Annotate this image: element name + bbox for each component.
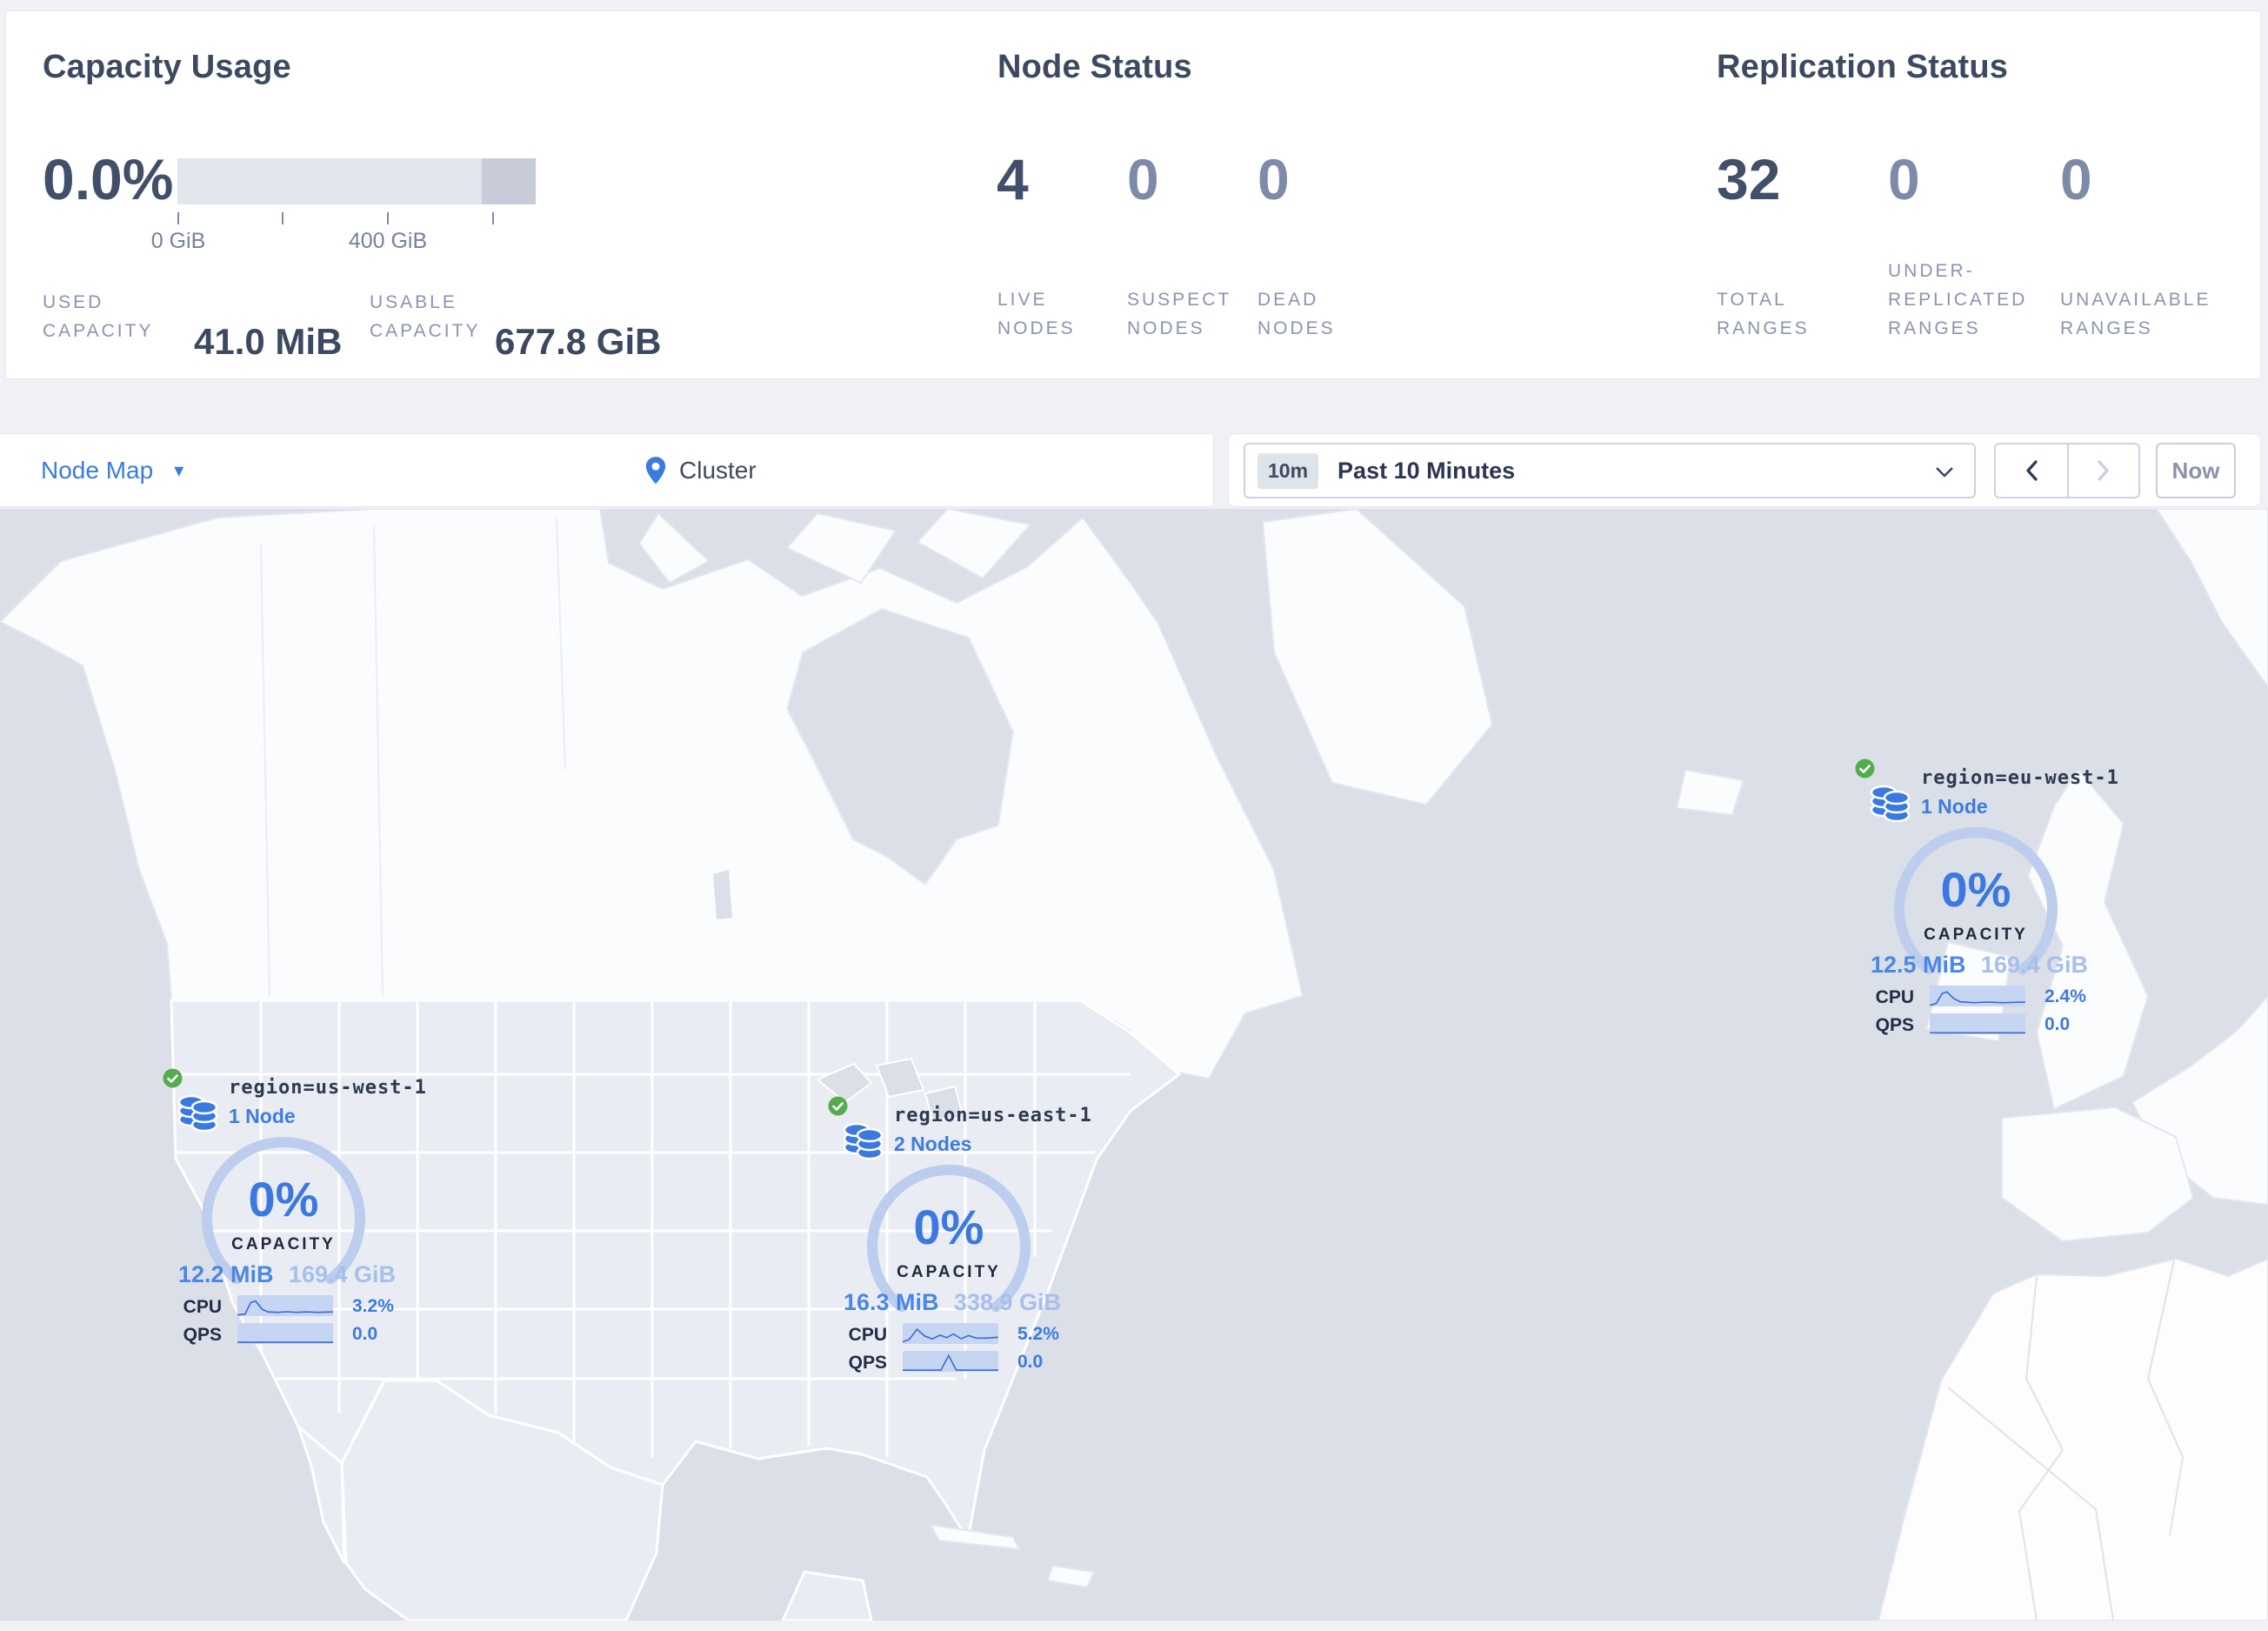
unavailable-ranges-label: UNAVAILABLE RANGES [2060,290,2211,338]
total-ranges-count: 32 [1717,147,1781,211]
locality-total-capacity: 338.9 GiB [953,1289,1061,1315]
cluster-summary-panel: Capacity Usage 0.0% 0 GiB 400 GiB USED C… [5,10,2261,379]
used-capacity-value: 41.0 MiB [194,321,343,362]
usable-capacity-value: 677.8 GiB [495,321,662,362]
database-stack-icon [843,1122,884,1160]
live-nodes-label: LIVE NODES [997,290,1076,338]
cpu-row-label: CPU [183,1297,222,1317]
location-pin-icon [645,456,666,484]
locality-region-label: region=us-east-1 [894,1105,1092,1126]
chevron-down-icon [1936,467,1953,478]
chevron-left-icon [2026,460,2038,481]
qps-row-label: QPS [183,1325,222,1345]
map-toolbar-right: 10m Past 10 Minutes Now [1228,433,2261,507]
replication-status-title: Replication Status [1717,49,2009,85]
qps-row-value: 0.0 [2045,1014,2071,1034]
locality-capacity-label: CAPACITY [231,1235,336,1253]
locality-marker-us-west-1[interactable]: region=us-west-1 1 Node 0% CAPACITY 12.2… [163,1068,426,1348]
cpu-sparkline [237,1295,333,1316]
locality-capacity-percent: 0% [913,1200,984,1254]
suspect-nodes-label: SUSPECT NODES [1127,290,1232,338]
capacity-bar-tick [177,212,179,224]
world-map [0,507,2268,1622]
healthy-check-icon [828,1096,848,1116]
time-prev-button[interactable] [1996,445,2067,497]
breadcrumb-label: Cluster [679,456,757,484]
locality-region-label: region=eu-west-1 [1921,767,2119,789]
capacity-bar-tick [282,212,284,224]
node-status-title: Node Status [997,49,1192,85]
cpu-row-label: CPU [848,1325,887,1345]
view-selector-label: Node Map [41,456,154,484]
locality-marker-us-east-1[interactable]: region=us-east-1 2 Nodes 0% CAPACITY 16.… [828,1096,1091,1376]
capacity-tick-label-400: 400 GiB [348,229,428,253]
locality-total-capacity: 169.4 GiB [1980,952,2088,978]
view-selector-dropdown[interactable]: Node Map ▾ [41,434,183,506]
capacity-bar-tick [387,212,389,224]
live-nodes-count: 4 [997,147,1029,211]
qps-row-label: QPS [848,1353,887,1373]
cpu-sparkline [903,1323,998,1344]
chevron-right-icon [2098,460,2109,481]
locality-node-count: 1 Node [229,1105,296,1127]
cpu-sparkline [1930,986,2025,1006]
qps-sparkline [1930,1013,2025,1034]
qps-row-value: 0.0 [1017,1352,1044,1372]
total-ranges-label: TOTAL RANGES [1717,290,1810,338]
locality-capacity-values: 16.3 MiB 338.9 GiB [844,1289,1061,1316]
map-land-canada [0,508,1304,1086]
healthy-check-icon [1855,759,1875,779]
dead-nodes-count: 0 [1257,147,1290,211]
map-toolbar-left: Node Map ▾ Cluster [0,433,1214,507]
locality-used-capacity: 16.3 MiB [844,1289,939,1315]
qps-row-label: QPS [1875,1015,1914,1035]
time-range-badge: 10m [1257,452,1319,489]
locality-capacity-label: CAPACITY [1924,926,2028,944]
cpu-row-value: 3.2% [352,1296,394,1316]
capacity-bar-nonusable-segment [482,158,536,204]
database-stack-icon [177,1094,218,1133]
locality-marker-eu-west-1[interactable]: region=eu-west-1 1 Node 0% CAPACITY 12.5… [1855,759,2118,1039]
cpu-row-value: 2.4% [2045,986,2086,1006]
unavailable-ranges-count: 0 [2060,147,2092,211]
database-stack-icon [1870,785,1911,823]
locality-capacity-values: 12.5 MiB 169.4 GiB [1871,952,2088,979]
breadcrumb[interactable]: Cluster [644,434,757,506]
locality-capacity-values: 12.2 MiB 169.4 GiB [178,1261,396,1288]
time-pager [1994,443,2140,498]
capacity-tick-label-0: 0 GiB [150,229,206,253]
locality-total-capacity: 169.4 GiB [288,1261,396,1287]
locality-capacity-percent: 0% [248,1172,319,1227]
time-range-label: Past 10 Minutes [1337,457,1516,484]
suspect-nodes-count: 0 [1127,147,1159,211]
capacity-bar-tick [492,212,494,224]
now-button[interactable]: Now [2156,443,2236,498]
locality-capacity-label: CAPACITY [897,1263,1001,1281]
time-next-button[interactable] [2067,445,2138,497]
capacity-percent: 0.0% [43,147,174,211]
locality-used-capacity: 12.2 MiB [178,1261,274,1287]
qps-row-value: 0.0 [352,1324,378,1344]
locality-node-count: 1 Node [1921,795,1988,818]
locality-region-label: region=us-west-1 [229,1077,427,1099]
time-range-selector[interactable]: 10m Past 10 Minutes [1244,443,1976,498]
capacity-bar [177,158,536,204]
dead-nodes-label: DEAD NODES [1257,290,1336,338]
qps-sparkline [237,1323,333,1344]
under-replicated-ranges-label: UNDER- REPLICATED RANGES [1888,261,2028,338]
healthy-check-icon [163,1068,183,1088]
under-replicated-ranges-count: 0 [1888,147,1920,211]
used-capacity-label: USED CAPACITY [43,292,154,341]
cpu-row-value: 5.2% [1017,1324,1059,1344]
locality-capacity-percent: 0% [1940,862,2011,917]
qps-sparkline [903,1351,998,1372]
cpu-row-label: CPU [1875,987,1914,1007]
dropdown-caret-icon: ▾ [174,458,184,481]
capacity-usage-title: Capacity Usage [43,49,291,85]
usable-capacity-label: USABLE CAPACITY [370,292,481,341]
locality-node-count: 2 Nodes [894,1133,972,1155]
node-map: region=us-west-1 1 Node 0% CAPACITY 12.2… [0,507,2268,1622]
locality-used-capacity: 12.5 MiB [1871,952,1966,978]
